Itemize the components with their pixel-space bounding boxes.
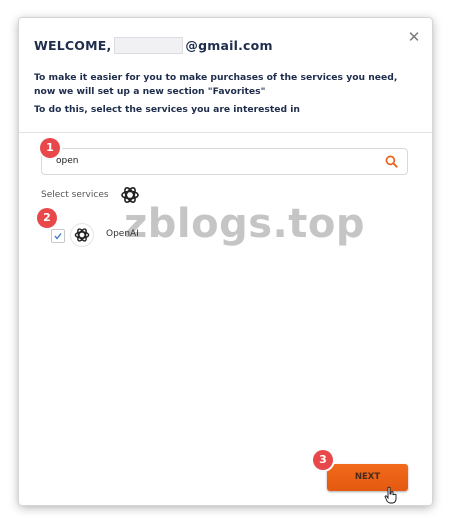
intro-text: To make it easier for you to make purcha… (34, 72, 398, 97)
search-icon[interactable] (385, 155, 398, 168)
service-item-openai[interactable]: OpenAI (51, 223, 251, 247)
hand-cursor-icon (384, 486, 397, 504)
service-label: OpenAI (106, 229, 139, 239)
search-field[interactable] (41, 148, 408, 175)
title-prefix: WELCOME, (34, 38, 112, 53)
step-badge-2: 2 (37, 208, 57, 228)
redacted-email (114, 37, 184, 54)
close-icon[interactable]: ✕ (407, 30, 421, 45)
instruction-text: To do this, select the services you are … (34, 104, 300, 115)
title-suffix: @gmail.com (185, 38, 273, 53)
step-badge-1: 1 (40, 138, 60, 158)
dialog-header: WELCOME, @gmail.com ✕ To make it easier … (19, 18, 432, 133)
search-input[interactable] (56, 152, 376, 170)
service-checkbox[interactable] (51, 229, 65, 243)
openai-logo-icon (71, 224, 93, 246)
select-services-label: Select services (41, 190, 109, 200)
checkmark-icon (54, 233, 62, 240)
favorites-dialog: WELCOME, @gmail.com ✕ To make it easier … (19, 18, 432, 505)
step-badge-3: 3 (313, 450, 333, 470)
dialog-title: WELCOME, @gmail.com (34, 37, 273, 54)
